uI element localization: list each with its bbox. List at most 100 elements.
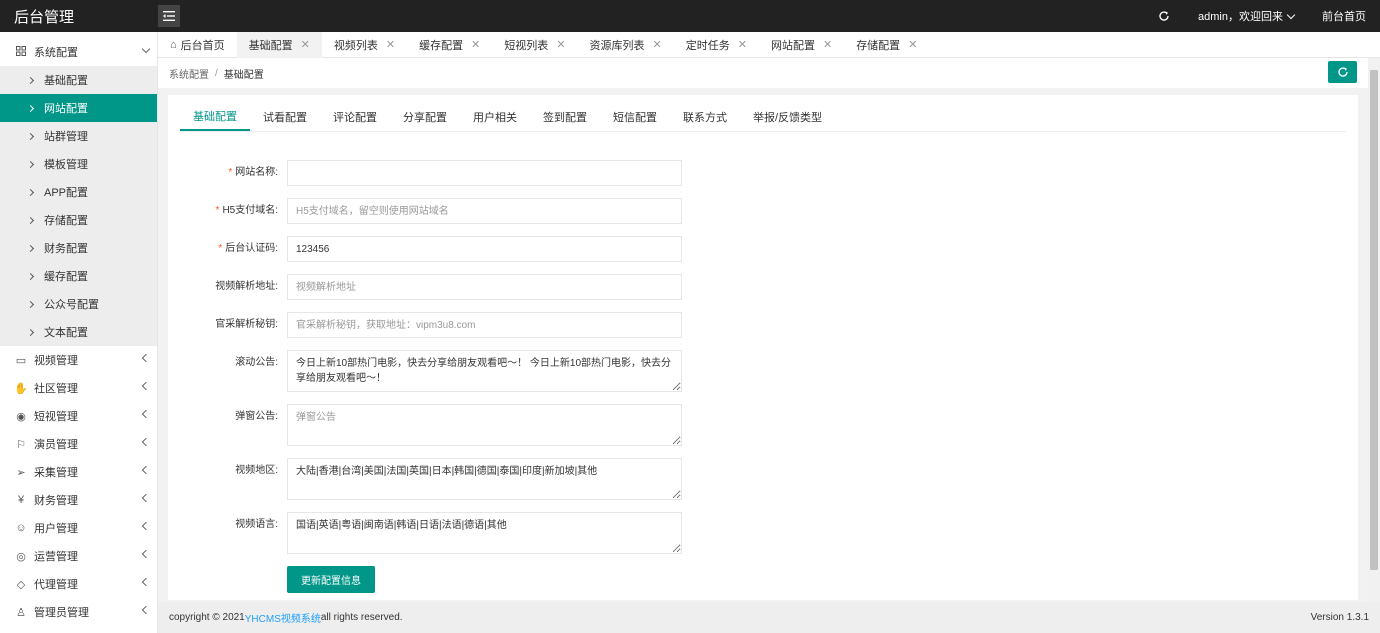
sidebar-group-operation[interactable]: ◎ 运营管理: [0, 542, 157, 570]
tab-label: 基础配置: [248, 39, 293, 52]
sidebar-item-basic-config[interactable]: 基础配置: [0, 66, 157, 94]
frontend-home-link[interactable]: 前台首页: [1308, 0, 1380, 32]
version-label: Version 1.3.1: [1310, 612, 1369, 623]
sidebar-group-admin[interactable]: ♙ 管理员管理: [0, 598, 157, 626]
sidebar-item-app-config[interactable]: APP配置: [0, 178, 157, 206]
sidebar-group-label: 管理员管理: [34, 607, 89, 619]
tab-label: 定时任务: [685, 39, 730, 52]
sidebar-item-cache-config[interactable]: 缓存配置: [0, 262, 157, 290]
subtab-user[interactable]: 用户相关: [460, 103, 530, 131]
sidebar-item-label: 基础配置: [44, 75, 88, 87]
breadcrumb-separator: /: [215, 67, 218, 79]
sidebar-group-collect[interactable]: ➢ 采集管理: [0, 458, 157, 486]
subtab-comment[interactable]: 评论配置: [320, 103, 390, 131]
flag-icon: ⚐: [16, 438, 26, 451]
play-circle-icon: ◉: [16, 410, 26, 423]
sidebar-item-label: 文本配置: [44, 327, 88, 339]
close-icon[interactable]: ✕: [471, 38, 480, 51]
page-scrollbar[interactable]: [1368, 58, 1380, 602]
site-name-input[interactable]: [287, 160, 682, 186]
close-icon[interactable]: ✕: [738, 38, 747, 51]
chevron-left-icon: [141, 381, 151, 391]
tab-cache-config[interactable]: 缓存配置 ✕: [407, 32, 492, 58]
sidebar-group-label: 用户管理: [34, 523, 78, 535]
chevron-left-icon: [141, 549, 151, 559]
site-name-label: * 网站名称:: [168, 160, 278, 186]
chevron-left-icon: [141, 521, 151, 531]
tab-storage-config[interactable]: 存储配置 ✕: [844, 32, 929, 58]
sidebar-item-site-group[interactable]: 站群管理: [0, 122, 157, 150]
subtab-share[interactable]: 分享配置: [390, 103, 460, 131]
sidebar-item-wechat-config[interactable]: 公众号配置: [0, 290, 157, 318]
scrollbar-thumb[interactable]: [1370, 70, 1378, 570]
sidebar-group-label: 运营管理: [34, 551, 78, 563]
breadcrumb-parent[interactable]: 系统配置: [169, 66, 209, 81]
subtab-signin[interactable]: 签到配置: [530, 103, 600, 131]
send-icon: ➢: [16, 466, 26, 479]
close-icon[interactable]: ✕: [823, 38, 832, 51]
sidebar-item-label: 网站配置: [44, 103, 88, 115]
sidebar-item-template[interactable]: 模板管理: [0, 150, 157, 178]
subtab-preview[interactable]: 试看配置: [250, 103, 320, 131]
user-menu[interactable]: admin，欢迎回来: [1184, 0, 1308, 32]
money-icon: ¥: [17, 494, 25, 506]
sidebar-group-video[interactable]: ▭ 视频管理: [0, 346, 157, 374]
close-icon[interactable]: ✕: [653, 38, 662, 51]
menu-toggle-button[interactable]: [158, 5, 180, 27]
sidebar-item-label: 模板管理: [44, 159, 88, 171]
brand-link[interactable]: YHCMS视频系统: [245, 610, 321, 625]
breadcrumb-current: 基础配置: [223, 69, 264, 81]
notice-textarea[interactable]: 今日上新10部热门电影，快去分享给朋友观看吧～！ 今日上新10部热门电影，快去分…: [287, 350, 682, 392]
tab-scheduled-task[interactable]: 定时任务 ✕: [674, 32, 759, 58]
tab-video-list[interactable]: 视频列表 ✕: [322, 32, 407, 58]
footer: copyright © 2021 YHCMS视频系统 all rights re…: [158, 602, 1380, 633]
user-greeting: admin，欢迎回来: [1198, 11, 1283, 23]
tab-site-config[interactable]: 网站配置 ✕: [759, 32, 844, 58]
admin-icon: ♙: [16, 606, 26, 619]
sidebar-item-text-config[interactable]: 文本配置: [0, 318, 157, 346]
sidebar-group-actor[interactable]: ⚐ 演员管理: [0, 430, 157, 458]
grid-icon: [14, 45, 28, 59]
sidebar-group-short-video[interactable]: ◉ 短视管理: [0, 402, 157, 430]
sidebar-item-label: 缓存配置: [44, 271, 88, 283]
regions-textarea[interactable]: 大陆|香港|台湾|美国|法国|英国|日本|韩国|德国|泰国|印度|新加坡|其他: [287, 458, 682, 500]
h5-domain-input[interactable]: [287, 198, 682, 224]
update-config-button[interactable]: 更新配置信息: [287, 566, 375, 593]
sidebar-group-system-config[interactable]: 系统配置: [0, 38, 157, 66]
copyright-suffix: all rights reserved.: [320, 612, 403, 623]
auth-code-input[interactable]: [287, 236, 682, 262]
sidebar-item-site-config[interactable]: 网站配置: [0, 94, 157, 122]
close-icon[interactable]: ✕: [908, 38, 917, 51]
sidebar-group-finance[interactable]: ¥ 财务管理: [0, 486, 157, 514]
parse-key-input[interactable]: [287, 312, 682, 338]
subtab-contact[interactable]: 联系方式: [670, 103, 740, 131]
reload-button[interactable]: [1328, 61, 1357, 83]
tab-basic-config[interactable]: 基础配置 ✕: [236, 31, 322, 58]
tab-short-video-list[interactable]: 短视列表 ✕: [492, 32, 577, 58]
close-icon[interactable]: ✕: [556, 38, 565, 51]
sidebar-item-finance-config[interactable]: 财务配置: [0, 234, 157, 262]
required-mark: *: [218, 243, 223, 254]
breadcrumb: 系统配置 / 基础配置: [158, 58, 1368, 88]
sidebar-item-storage-config[interactable]: 存储配置: [0, 206, 157, 234]
sidebar-group-agent[interactable]: ◇ 代理管理: [0, 570, 157, 598]
parse-url-input[interactable]: [287, 274, 682, 300]
subtab-basic[interactable]: 基础配置: [180, 103, 250, 131]
sidebar-group-user[interactable]: ☺ 用户管理: [0, 514, 157, 542]
chevron-right-icon: [26, 188, 35, 196]
subtab-sms[interactable]: 短信配置: [600, 103, 670, 131]
chevron-left-icon: [141, 409, 151, 419]
popup-textarea[interactable]: [287, 404, 682, 446]
chevron-left-icon: [141, 605, 151, 615]
languages-textarea[interactable]: 国语|英语|粤语|闽南语|韩语|日语|法语|德语|其他: [287, 512, 682, 554]
subtab-report[interactable]: 举报/反馈类型: [740, 103, 835, 131]
refresh-page-button[interactable]: [1144, 0, 1184, 32]
chevron-right-icon: [26, 244, 35, 252]
close-icon[interactable]: ✕: [386, 38, 395, 51]
tab-resource-list[interactable]: 资源库列表 ✕: [578, 32, 674, 58]
copyright-prefix: copyright © 2021: [169, 612, 245, 623]
sidebar-group-community[interactable]: ✋ 社区管理: [0, 374, 157, 402]
tab-home[interactable]: ⌂ 后台首页: [158, 32, 237, 58]
target-icon: ◎: [16, 550, 26, 563]
close-icon[interactable]: ✕: [301, 38, 310, 51]
